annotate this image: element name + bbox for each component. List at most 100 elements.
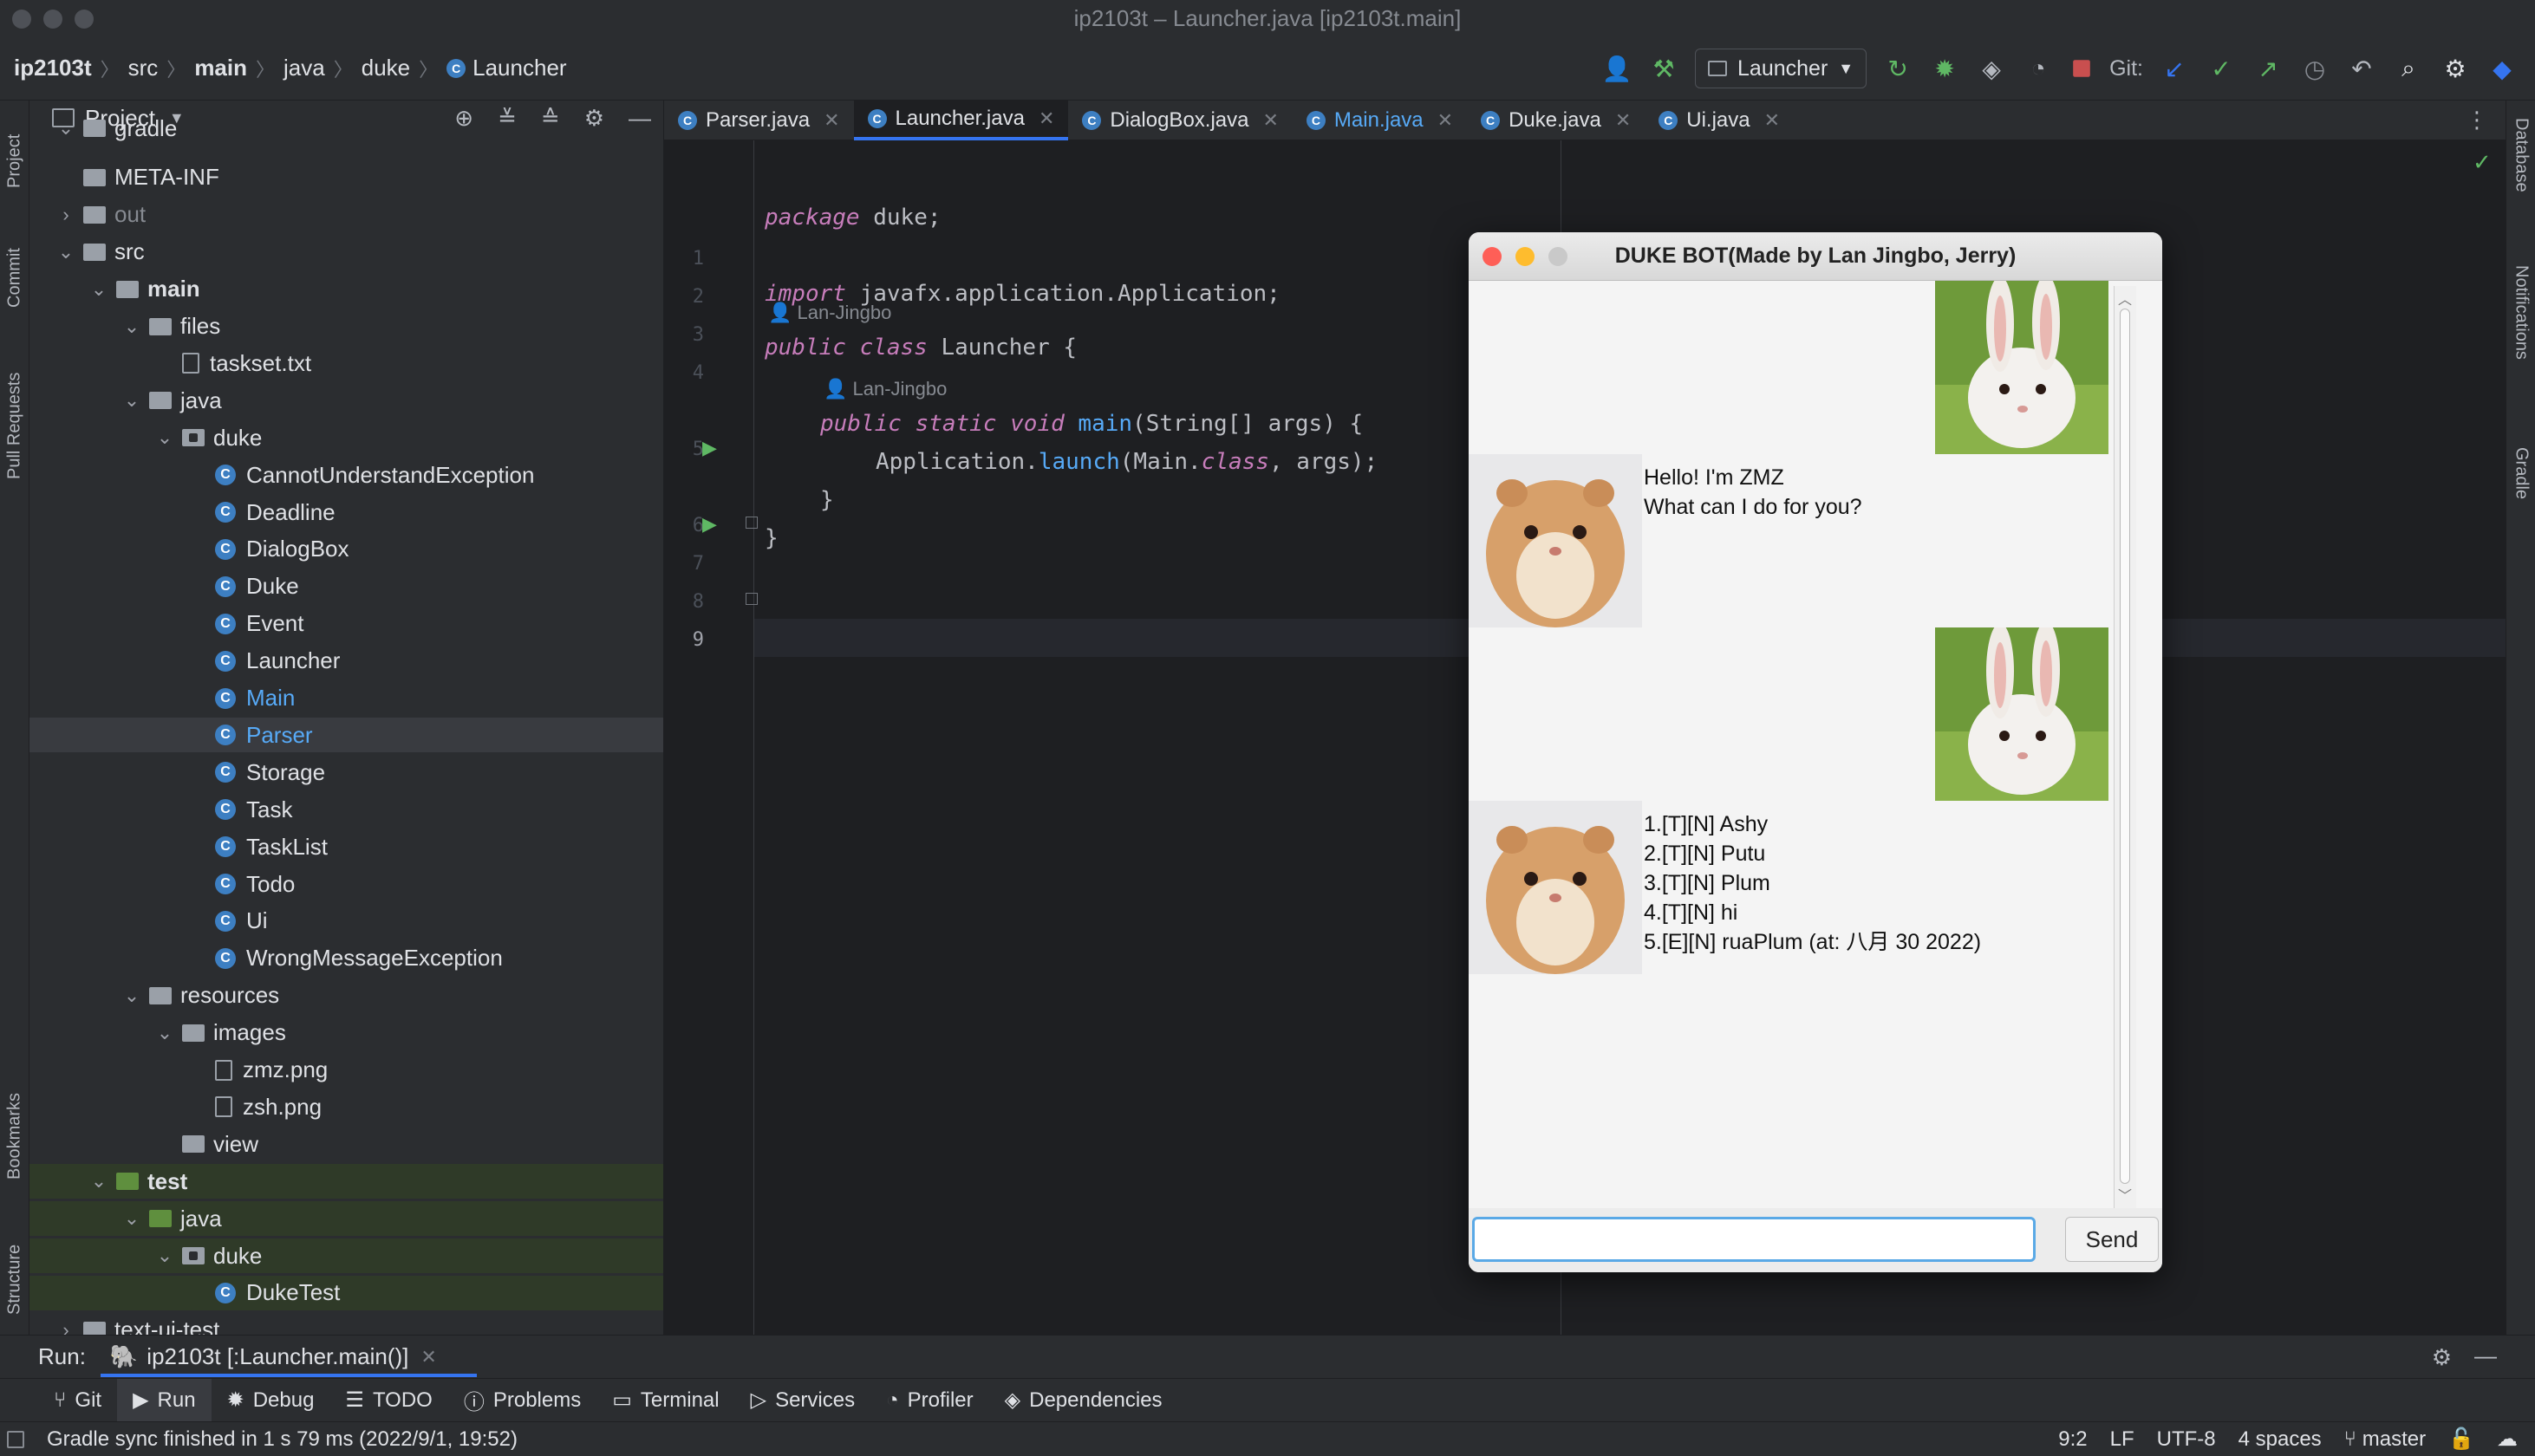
maximize-window-button[interactable] [1548, 247, 1567, 266]
tree-item[interactable]: C Launcher [29, 644, 663, 679]
tab-main-java[interactable]: C Main.java ✕ [1293, 101, 1467, 140]
chevron-down-icon[interactable]: ⌄ [88, 278, 109, 301]
chevron-right-icon[interactable]: › [55, 204, 76, 226]
chevron-down-icon[interactable]: ⌄ [121, 1207, 142, 1230]
minimize-window-button[interactable] [43, 10, 62, 29]
tree-item[interactable]: C CannotUnderstandException [29, 458, 663, 492]
tab-run[interactable]: ▶ Run [117, 1378, 212, 1422]
tree-item[interactable]: META-INF [29, 160, 663, 195]
chevron-down-icon[interactable]: ⌄ [55, 241, 76, 263]
inspection-ok-icon[interactable]: ✓ [2473, 149, 2492, 176]
code-line-8[interactable]: } [820, 487, 834, 513]
tree-item[interactable]: › out [29, 198, 663, 232]
chevron-right-icon[interactable]: › [55, 1319, 76, 1335]
close-icon[interactable]: ✕ [420, 1346, 436, 1368]
build-hammer-icon[interactable]: ⚒ [1648, 53, 1679, 84]
strip-structure[interactable]: Structure [0, 1227, 29, 1331]
tree-item[interactable]: C Storage [29, 755, 663, 790]
tree-item[interactable]: ⌄ java [29, 1201, 663, 1237]
strip-bookmarks[interactable]: Bookmarks [0, 1071, 29, 1201]
line-separator[interactable]: LF [2110, 1427, 2134, 1452]
breadcrumb-duke[interactable]: duke [362, 55, 410, 81]
chat-scrollbar[interactable]: ︿ ﹀ [2114, 286, 2136, 1208]
stop-icon[interactable] [2073, 60, 2090, 77]
scrollbar-thumb[interactable] [2120, 309, 2130, 1184]
close-window-button[interactable] [1483, 247, 1502, 266]
close-icon[interactable]: ✕ [824, 109, 839, 132]
close-icon[interactable]: ✕ [1437, 109, 1453, 132]
tree-item[interactable]: ⌄ gradle [29, 111, 663, 146]
history-icon[interactable]: ◷ [2299, 53, 2330, 84]
tab-todo[interactable]: ☰ TODO [329, 1379, 447, 1422]
strip-commit[interactable]: Commit [0, 231, 29, 326]
run-config-tab[interactable]: ip2103t [:Launcher.main()] [147, 1343, 408, 1370]
tree-item[interactable]: ⌄ src [29, 235, 663, 270]
tree-item[interactable]: ⌄ files [29, 309, 663, 344]
tree-item[interactable]: ⌄ main [29, 272, 663, 307]
breadcrumb-project[interactable]: ip2103t [14, 55, 92, 81]
tree-item[interactable]: C Ui [29, 904, 663, 939]
tree-item[interactable]: C Task [29, 792, 663, 827]
hide-panel-icon[interactable]: — [2474, 1342, 2497, 1369]
tab-services[interactable]: ▷ Services [735, 1379, 871, 1422]
git-branch-widget[interactable]: ⑂ master [2344, 1427, 2426, 1452]
tree-item[interactable]: ⌄ test [29, 1164, 663, 1199]
fold-icon[interactable] [746, 517, 758, 529]
code-line-6[interactable]: public static void main(String[] args) { [820, 411, 1363, 437]
strip-gradle[interactable]: Gradle [2508, 447, 2534, 551]
tree-item[interactable]: view [29, 1127, 663, 1161]
tree-item[interactable]: ⌄ duke [29, 1238, 663, 1273]
close-icon[interactable]: ✕ [1039, 107, 1054, 130]
tree-item[interactable]: C Main [29, 681, 663, 716]
tree-item[interactable]: C TaskList [29, 829, 663, 864]
minimize-window-button[interactable] [1515, 247, 1535, 266]
message-input[interactable] [1472, 1217, 2036, 1262]
tree-item[interactable]: taskset.txt [29, 346, 663, 380]
chevron-down-icon[interactable]: ﹀ [2118, 1184, 2132, 1205]
strip-project[interactable]: Project [0, 109, 29, 213]
chevron-down-icon[interactable]: ⌄ [88, 1170, 109, 1193]
rerun-icon[interactable]: ↻ [1882, 53, 1913, 84]
tree-item[interactable]: zmz.png [29, 1053, 663, 1088]
close-icon[interactable]: ✕ [1262, 109, 1278, 132]
indent-setting[interactable]: 4 spaces [2238, 1427, 2322, 1452]
code-line-1[interactable]: package duke; [765, 205, 942, 231]
tab-launcher-java[interactable]: C Launcher.java ✕ [853, 100, 1069, 140]
chat-scroll-pane[interactable]: Hi Hello! I'm ZMZ What can I do for you?… [1469, 281, 2162, 1208]
strip-pull-requests[interactable]: Pull Requests [0, 352, 29, 499]
tree-item[interactable]: C Event [29, 607, 663, 641]
more-tabs-icon[interactable]: ⋮ [2466, 107, 2488, 133]
tree-item[interactable]: ⌄ duke [29, 420, 663, 455]
tree-item[interactable]: C Todo [29, 867, 663, 901]
settings-gear-icon[interactable]: ⚙ [2432, 1344, 2452, 1371]
breadcrumb-launcher[interactable]: Launcher [472, 55, 566, 81]
close-icon[interactable]: ✕ [1615, 109, 1631, 132]
tab-dependencies[interactable]: ◈ Dependencies [989, 1379, 1178, 1422]
maximize-window-button[interactable] [75, 10, 94, 29]
close-icon[interactable]: ✕ [1764, 109, 1780, 132]
breadcrumb-src[interactable]: src [128, 55, 159, 81]
debug-bug-icon[interactable]: ✹ [1929, 53, 1960, 84]
tree-item[interactable]: zsh.png [29, 1089, 663, 1124]
tab-terminal[interactable]: ▭ Terminal [596, 1379, 734, 1422]
tab-duke-java[interactable]: C Duke.java ✕ [1467, 101, 1645, 140]
lock-icon[interactable]: 🔓 [2448, 1427, 2474, 1452]
settings-gear-icon[interactable]: ⚙ [2440, 53, 2471, 84]
file-encoding[interactable]: UTF-8 [2157, 1427, 2216, 1452]
tree-item[interactable]: ⌄ images [29, 1016, 663, 1050]
profiler-icon[interactable]: ◔ [2023, 53, 2054, 84]
strip-database[interactable]: Database [2508, 118, 2534, 222]
coverage-icon[interactable]: ◈ [1976, 53, 2007, 84]
tab-debug[interactable]: ✹ Debug [212, 1379, 330, 1422]
breadcrumb-main[interactable]: main [194, 55, 247, 81]
chevron-down-icon[interactable]: ⌄ [154, 426, 175, 449]
code-line-9[interactable]: } [765, 525, 779, 551]
toggle-tool-windows-icon[interactable] [7, 1430, 24, 1448]
breadcrumb-java[interactable]: java [283, 55, 325, 81]
run-configuration-select[interactable]: Launcher ▼ [1695, 49, 1867, 88]
user-icon[interactable]: 👤 [1601, 53, 1632, 84]
tree-item[interactable]: C WrongMessageException [29, 941, 663, 976]
chevron-down-icon[interactable]: ⌄ [121, 985, 142, 1007]
send-button[interactable]: Send [2065, 1217, 2159, 1262]
strip-notifications[interactable]: Notifications [2508, 265, 2534, 430]
